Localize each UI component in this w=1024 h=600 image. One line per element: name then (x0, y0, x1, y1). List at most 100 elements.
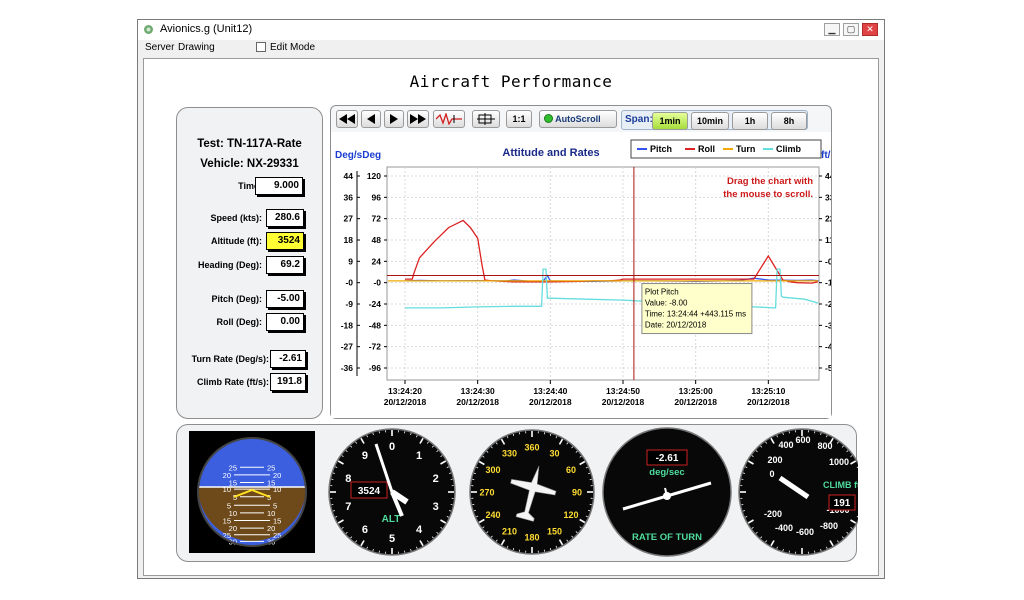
climb-number: 800 (817, 441, 832, 451)
span-10min-button[interactable]: 10min (691, 112, 729, 130)
menu-server[interactable]: Server (145, 42, 174, 53)
climb-number: -200 (764, 509, 782, 519)
altimeter-number: 9 (362, 450, 368, 462)
x-tick-date: 20/12/2018 (747, 397, 790, 407)
attitude-chart[interactable]: Deg/sDeg ft/s Attitude and Rates Pitch Roll T… (331, 132, 831, 418)
tooltip-line: Value: -8.00 (645, 299, 688, 308)
vehicle-id: Vehicle: NX-29331 (200, 158, 299, 170)
play-button[interactable] (384, 110, 404, 128)
step-back-icon (367, 114, 375, 124)
y-tick-left-inner: 96 (372, 192, 382, 202)
altimeter-number: 1 (416, 450, 422, 462)
climb-number: 0 (769, 469, 774, 479)
menu-bar: Server Drawing Edit Mode (138, 40, 884, 57)
y-tick-left-outer: -27 (341, 342, 354, 352)
app-window: Avionics.g (Unit12) ▁ ▢ ✕ Server Drawing… (137, 19, 885, 579)
info-label: Speed (kts): (210, 213, 262, 223)
info-label: Heading (Deg): (198, 260, 262, 270)
info-label: Altitude (ft): (211, 236, 262, 246)
y-tick-left-outer: 27 (344, 214, 354, 224)
climb-label: CLIMB ft/s (823, 480, 858, 490)
info-value: 69.2 (266, 256, 304, 274)
heading-number: 270 (479, 488, 494, 498)
climb-readout: 191 (834, 498, 851, 509)
climb-number: -800 (820, 521, 838, 531)
info-value: 3524 (266, 232, 304, 250)
heading-number: 60 (566, 465, 576, 475)
autoscroll-button[interactable]: AutoScroll (539, 110, 617, 128)
play-icon (390, 114, 398, 124)
y-tick-right: 440 (825, 171, 831, 181)
y-axis-label-left: Deg/sDeg (335, 150, 381, 161)
rewind-button[interactable] (336, 110, 358, 128)
span-1h-button[interactable]: 1h (732, 112, 768, 130)
one-to-one-button[interactable]: 1:1 (506, 110, 532, 128)
x-tick-time: 13:24:20 (388, 386, 422, 396)
legend-entry: Turn (736, 144, 755, 154)
x-tick-time: 13:25:00 (679, 386, 713, 396)
span-1min-button[interactable]: 1min (652, 112, 688, 130)
climb-number: -400 (775, 523, 793, 533)
altimeter-number: 8 (345, 473, 351, 485)
altimeter-number: 6 (362, 524, 368, 536)
close-button[interactable]: ✕ (862, 23, 878, 36)
x-tick-date: 20/12/2018 (529, 397, 572, 407)
y-tick-right: -440 (825, 342, 831, 352)
y-tick-left-inner: -48 (369, 320, 382, 330)
x-tick-date: 20/12/2018 (674, 397, 717, 407)
y-tick-left-outer: -9 (345, 299, 353, 309)
y-tick-left-outer: 44 (344, 171, 354, 181)
climb-number: -600 (796, 527, 814, 537)
maximize-button[interactable]: ▢ (843, 23, 859, 36)
menu-drawing[interactable]: Drawing (178, 42, 215, 53)
altimeter-number: 2 (433, 473, 439, 485)
step-back-button[interactable] (361, 110, 381, 128)
x-tick-time: 13:24:30 (461, 386, 495, 396)
x-tick-time: 13:24:40 (533, 386, 567, 396)
altimeter-number: 5 (389, 533, 395, 545)
heading-number: 330 (502, 449, 517, 459)
client-area: Aircraft Performance Test: TN-117A-Rate … (143, 58, 879, 576)
y-tick-left-inner: 24 (372, 256, 382, 266)
pitch-label: 10 (273, 485, 281, 494)
zoom-box-button[interactable] (472, 110, 500, 128)
legend-entry: Climb (776, 144, 802, 154)
y-tick-right: 110 (825, 235, 831, 245)
y-tick-left-outer: 18 (344, 235, 354, 245)
info-panel: Test: TN-117A-Rate Vehicle: NX-29331 Tim… (176, 107, 323, 419)
title-bar[interactable]: Avionics.g (Unit12) ▁ ▢ ✕ (138, 20, 884, 41)
y-tick-left-inner: -0 (373, 278, 381, 288)
span-8h-button[interactable]: 8h (771, 112, 807, 130)
y-tick-right: -220 (825, 299, 831, 309)
y-tick-right: -110 (825, 278, 831, 288)
x-tick-date: 20/12/2018 (384, 397, 427, 407)
y-tick-left-inner: 120 (367, 171, 381, 181)
fast-forward-button[interactable] (407, 110, 429, 128)
edit-mode-label[interactable]: Edit Mode (270, 42, 315, 53)
altimeter-number: 4 (416, 524, 423, 536)
climb-number: 400 (778, 440, 793, 450)
y-tick-left-outer: 36 (344, 192, 354, 202)
x-tick-time: 13:25:10 (751, 386, 785, 396)
page-title: Aircraft Performance (409, 72, 613, 91)
tooltip-line: Plot Pitch (645, 288, 679, 297)
y-tick-right: -0 (825, 256, 831, 266)
span-label: Span: (625, 114, 653, 125)
info-value: 9.000 (255, 177, 303, 195)
altimeter-number: 3 (433, 501, 439, 513)
minimize-button[interactable]: ▁ (824, 23, 840, 36)
turn-units: deg/sec (649, 467, 684, 478)
x-tick-time: 13:24:50 (606, 386, 640, 396)
signal-cursor-button[interactable] (433, 110, 465, 128)
heading-number: 30 (549, 449, 559, 459)
altimeter-number: 0 (389, 441, 395, 453)
y-tick-left-outer: -0 (345, 278, 353, 288)
pitch-label: 10 (223, 485, 231, 494)
heading-number: 300 (486, 465, 501, 475)
chart-annotation: Drag the chart with (727, 176, 813, 187)
y-tick-right: 330 (825, 192, 831, 202)
legend-entry: Pitch (650, 144, 672, 154)
edit-mode-checkbox[interactable] (256, 42, 266, 52)
rewind-icon (339, 114, 355, 124)
info-value: -2.61 (270, 350, 306, 368)
